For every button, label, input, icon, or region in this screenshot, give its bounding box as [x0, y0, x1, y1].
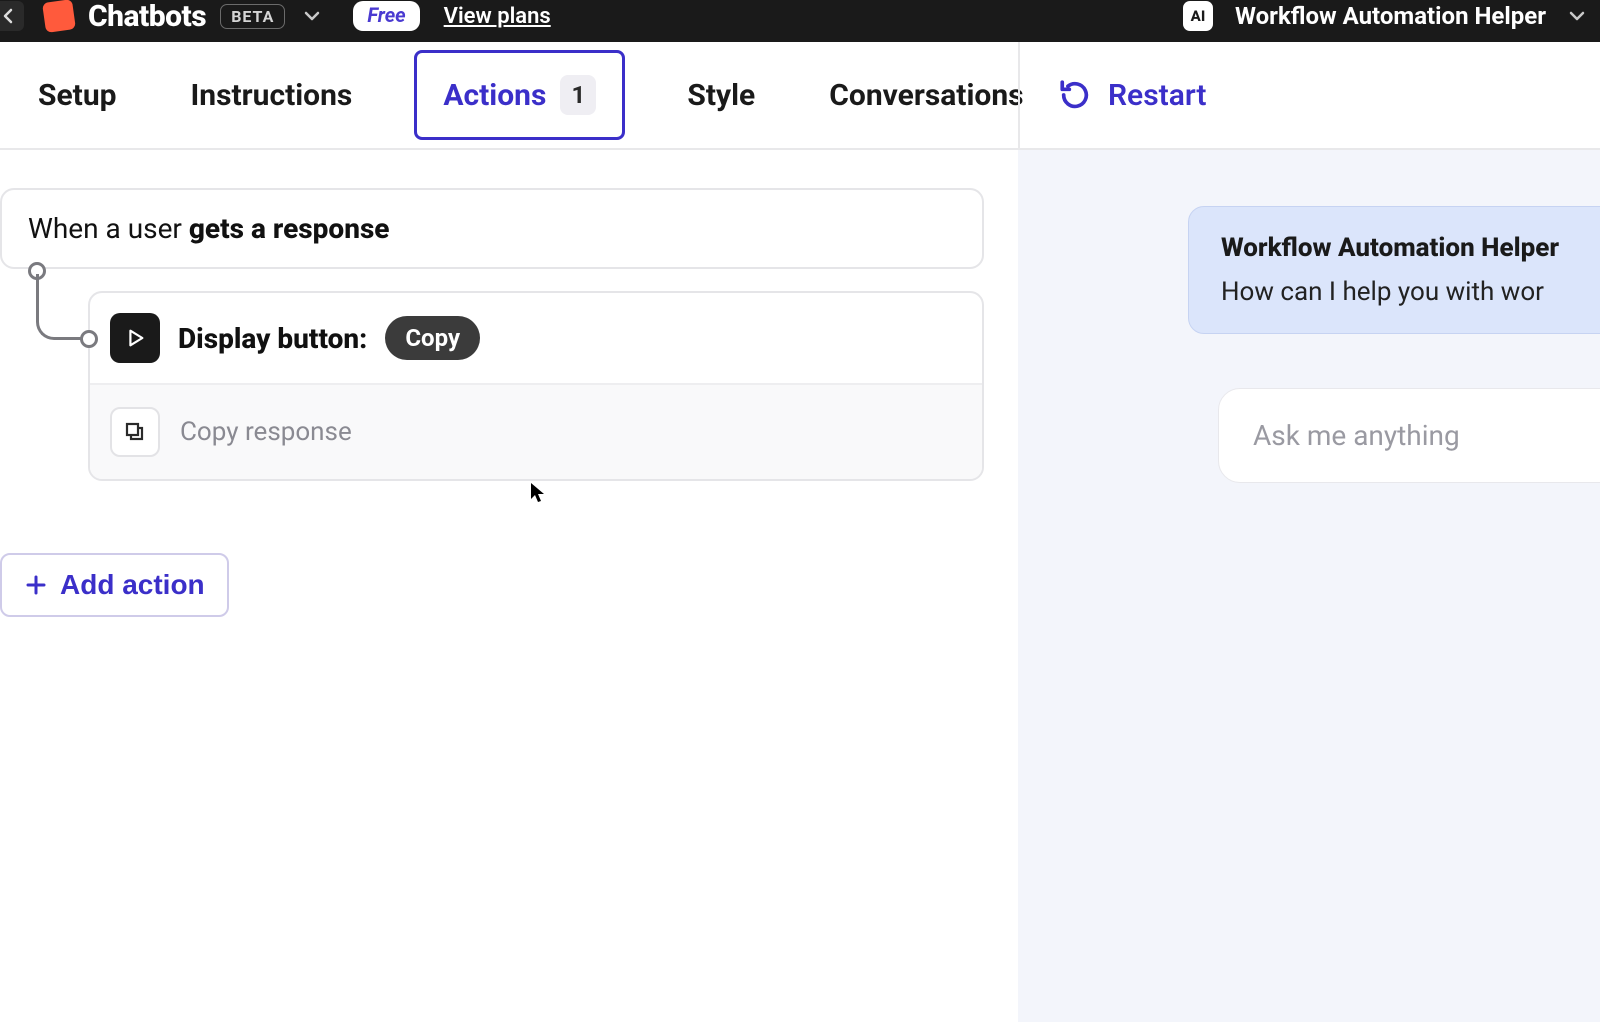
copy-icon — [110, 407, 160, 457]
top-bar: Chatbots BETA Free View plans AI Workflo… — [0, 0, 1600, 42]
bot-greeting: How can I help you with wor — [1221, 277, 1600, 307]
workspace-name[interactable]: Workflow Automation Helper — [1235, 2, 1546, 30]
add-action-button[interactable]: Add action — [0, 553, 229, 617]
chevron-down-icon — [303, 7, 321, 25]
ai-badge: AI — [1183, 1, 1213, 31]
play-icon — [110, 313, 160, 363]
tab-conversations[interactable]: Conversations — [817, 42, 1035, 148]
tab-actions-count: 1 — [560, 75, 596, 115]
trigger-event: gets a response — [189, 212, 390, 245]
restart-label: Restart — [1108, 78, 1206, 113]
restart-button[interactable]: Restart — [1058, 78, 1206, 113]
add-action-label: Add action — [60, 569, 205, 601]
workspace-dropdown[interactable] — [1568, 7, 1586, 25]
tab-actions-label: Actions — [443, 78, 546, 113]
action-card[interactable]: Display button: Copy Copy response — [88, 291, 984, 481]
plus-icon — [24, 573, 48, 597]
tab-instructions[interactable]: Instructions — [179, 42, 365, 148]
bot-message: Workflow Automation Helper How can I hel… — [1188, 206, 1600, 334]
arrow-left-icon — [1, 8, 17, 24]
view-plans-link[interactable]: View plans — [444, 4, 551, 29]
app-logo — [42, 0, 76, 33]
chat-preview: Workflow Automation Helper How can I hel… — [1018, 150, 1600, 1022]
flow-node-icon — [80, 330, 98, 348]
cursor-icon — [530, 482, 546, 504]
action-chip: Copy — [385, 316, 480, 360]
app-title: Chatbots — [88, 0, 206, 34]
plan-pill: Free — [353, 1, 419, 31]
back-button[interactable] — [0, 1, 24, 31]
action-header: Display button: Copy — [90, 293, 982, 383]
beta-badge: BETA — [220, 4, 285, 29]
trigger-card[interactable]: When a user gets a response — [0, 188, 984, 269]
tab-bar: Setup Instructions Actions 1 Style Conve… — [0, 42, 1600, 150]
chat-input-placeholder: Ask me anything — [1253, 419, 1460, 452]
tab-setup[interactable]: Setup — [26, 42, 129, 148]
action-sub-label: Copy response — [180, 417, 352, 447]
chat-input[interactable]: Ask me anything — [1218, 388, 1600, 483]
tab-actions[interactable]: Actions 1 — [414, 50, 625, 140]
flow-connector — [32, 268, 102, 348]
restart-icon — [1058, 78, 1092, 112]
action-subrow[interactable]: Copy response — [90, 383, 982, 479]
tab-style[interactable]: Style — [675, 42, 767, 148]
brand-dropdown[interactable] — [303, 7, 321, 25]
action-label: Display button: — [178, 322, 367, 355]
trigger-prefix: When a user — [28, 212, 189, 245]
actions-editor: When a user gets a response Display butt… — [0, 150, 1018, 1022]
bot-name: Workflow Automation Helper — [1221, 233, 1600, 263]
chevron-down-icon — [1568, 7, 1586, 25]
main: When a user gets a response Display butt… — [0, 150, 1600, 1022]
